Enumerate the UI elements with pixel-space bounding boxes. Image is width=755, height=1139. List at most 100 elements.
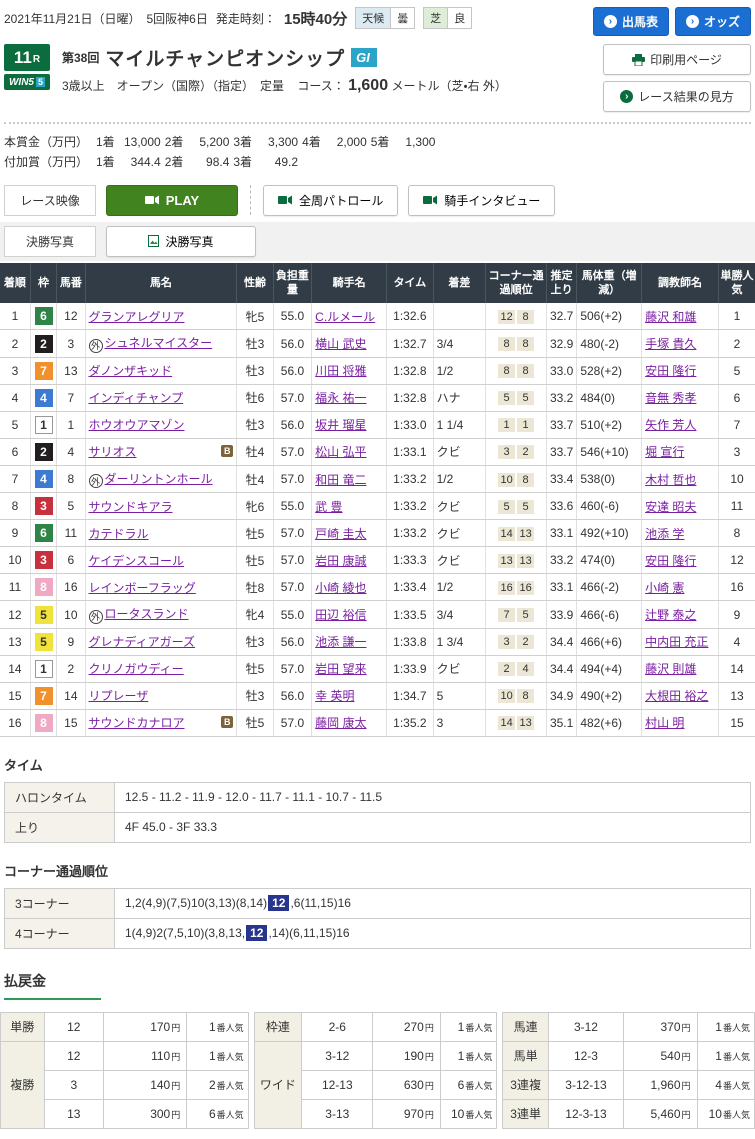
margin: 3 — [433, 709, 486, 736]
trainer-name-link[interactable]: 藤沢 和雄 — [645, 310, 696, 324]
jockey-name-link[interactable]: 松山 弘平 — [315, 445, 366, 459]
estimated-last-3f: 32.9 — [546, 330, 576, 358]
horse-name-link[interactable]: ダーリントンホール — [105, 472, 213, 486]
jockey-name-link[interactable]: 田辺 裕信 — [315, 608, 366, 622]
jockey-name-link[interactable]: 武 豊 — [315, 500, 342, 514]
column-header: 枠 — [30, 263, 56, 304]
result-row: 11 8 16 レインボーフラッグ 牡8 57.0 小崎 綾也 1:33.4 1… — [0, 574, 755, 601]
divider — [250, 185, 251, 215]
jockey-name-link[interactable]: 福永 祐一 — [315, 391, 366, 405]
time-row-value: 12.5 - 11.2 - 11.9 - 12.0 - 11.7 - 11.1 … — [115, 782, 751, 812]
estimated-last-3f: 33.6 — [546, 493, 576, 520]
trainer-name-link[interactable]: 大根田 裕之 — [645, 689, 708, 703]
payout-row: 単勝12170円1番人気 — [1, 1012, 249, 1041]
payout-amount: 270円 — [373, 1012, 440, 1041]
horse-name-link[interactable]: シュネルマイスター — [105, 336, 213, 350]
payout-amount: 540円 — [624, 1041, 697, 1070]
patrol-video-button[interactable]: 全周パトロール — [263, 185, 398, 216]
jockey-name-link[interactable]: 藤岡 康太 — [315, 716, 366, 730]
result-row: 13 5 9 グレナディアガーズ 牡3 56.0 池添 謙一 1:33.8 1 … — [0, 628, 755, 655]
trainer-name-link[interactable]: 中内田 充正 — [645, 635, 708, 649]
trainer-name-link[interactable]: 村山 明 — [645, 716, 684, 730]
finish-position: 8 — [0, 493, 30, 520]
horse-number: 15 — [57, 709, 85, 736]
payout-bet-type: 3連単 — [503, 1099, 549, 1128]
horse-name-link[interactable]: カテドラル — [89, 527, 149, 541]
jockey-name-link[interactable]: 川田 将雅 — [315, 364, 366, 378]
estimated-last-3f: 35.1 — [546, 709, 576, 736]
estimated-last-3f: 33.1 — [546, 520, 576, 547]
horse-name-link[interactable]: ケイデンスコール — [89, 554, 185, 568]
patrol-video-label: 全周パトロール — [299, 192, 383, 209]
trainer-name-link[interactable]: 安達 昭夫 — [645, 500, 696, 514]
frame-number-badge: 8 — [35, 714, 53, 732]
results-guide-button[interactable]: › レース結果の見方 — [603, 81, 751, 112]
jockey-interview-label: 騎手インタビュー — [444, 192, 540, 209]
corner-row: 4コーナー1(4,9)2(7,5,10)(3,8,13,12,14)(6,11,… — [5, 918, 751, 948]
payout-bet-type: 枠連 — [254, 1012, 301, 1041]
horse-name-link[interactable]: ホウオウアマゾン — [89, 418, 185, 432]
payout-amount: 140円 — [104, 1070, 187, 1099]
horse-name-link[interactable]: ロータスランド — [105, 607, 189, 621]
payout-bet-type: 単勝 — [1, 1012, 45, 1041]
trainer-name-link[interactable]: 辻野 泰之 — [645, 608, 696, 622]
horse-name-link[interactable]: インディチャンプ — [89, 391, 184, 405]
finish-photo-button[interactable]: 決勝写真 — [106, 226, 256, 257]
jockey-name-link[interactable]: 横山 武史 — [315, 337, 366, 351]
payout-amount: 630円 — [373, 1070, 440, 1099]
horse-name-link[interactable]: レインボーフラッグ — [89, 581, 196, 595]
horse-name-link[interactable]: サウンドカナロア — [89, 716, 185, 730]
horse-name-link[interactable]: サリオス — [89, 445, 137, 459]
trainer-name-link[interactable]: 音無 秀孝 — [645, 391, 696, 405]
sex-age: 牡3 — [237, 330, 273, 358]
trainer-name-link[interactable]: 堀 宣行 — [645, 445, 684, 459]
horse-name-link[interactable]: サウンドキアラ — [89, 500, 173, 514]
trainer-name-link[interactable]: 安田 隆行 — [645, 554, 696, 568]
time-tbody: ハロンタイム12.5 - 11.2 - 11.9 - 12.0 - 11.7 -… — [5, 782, 751, 842]
prize-item: 5着1,300 — [371, 132, 436, 152]
payout-amount: 110円 — [104, 1041, 187, 1070]
jockey-name-link[interactable]: 和田 竜二 — [315, 473, 366, 487]
frame-number-badge: 2 — [35, 443, 53, 461]
horse-name-link[interactable]: リプレーザ — [89, 689, 149, 703]
estimated-last-3f: 32.7 — [546, 303, 576, 330]
sex-age: 牡5 — [237, 655, 273, 682]
jockey-name-link[interactable]: 戸崎 圭太 — [315, 527, 366, 541]
payout-row: ワイド3-12190円1番人気 — [254, 1041, 497, 1070]
trainer-name-link[interactable]: 池添 学 — [645, 527, 684, 541]
jockey-name-link[interactable]: 坂井 瑠星 — [315, 418, 366, 432]
jockey-name-link[interactable]: 岩田 望来 — [315, 662, 366, 676]
horse-name-link[interactable]: グレナディアガーズ — [89, 635, 196, 649]
horse-name-link[interactable]: グランアレグリア — [89, 310, 185, 324]
prize-block: 本賞金（万円） 1着13,0002着5,2003着3,3004着2,0005着1… — [0, 126, 755, 183]
horse-name-link[interactable]: クリノガウディー — [89, 662, 184, 676]
jockey-name-link[interactable]: 岩田 康誠 — [315, 554, 366, 568]
trainer-name-link[interactable]: 藤沢 則雄 — [645, 662, 696, 676]
time-row-label: 上り — [5, 812, 115, 842]
trainer-name-link[interactable]: 小崎 憲 — [645, 581, 684, 595]
frame-number-badge: 4 — [35, 389, 53, 407]
jockey-name-link[interactable]: 小崎 綾也 — [315, 581, 366, 595]
trainer-name-link[interactable]: 手塚 貴久 — [645, 337, 696, 351]
sex-age: 牡3 — [237, 682, 273, 709]
sex-age: 牡3 — [237, 357, 273, 384]
play-button[interactable]: PLAY — [106, 185, 238, 216]
trainer-name-link[interactable]: 矢作 芳人 — [645, 418, 696, 432]
horse-weight: 528(+2) — [577, 357, 642, 384]
print-page-button[interactable]: 印刷用ページ — [603, 44, 751, 75]
trainer-name-link[interactable]: 木村 哲也 — [645, 473, 696, 487]
horse-name-link[interactable]: ダノンザキッド — [89, 364, 173, 378]
video-camera-icon — [423, 195, 438, 205]
arrow-circle-icon: › — [686, 15, 699, 28]
payout-popularity: 1番人気 — [187, 1012, 248, 1041]
trainer-name-link[interactable]: 安田 隆行 — [645, 364, 696, 378]
jockey-name-link[interactable]: 池添 謙一 — [315, 635, 366, 649]
odds-button[interactable]: › オッズ — [675, 7, 751, 36]
jockey-interview-button[interactable]: 騎手インタビュー — [408, 185, 555, 216]
jockey-name-link[interactable]: 幸 英明 — [315, 689, 354, 703]
entries-button[interactable]: › 出馬表 — [593, 7, 669, 36]
finish-time: 1:33.5 — [387, 601, 434, 629]
column-header: 単勝人気 — [718, 263, 755, 304]
jockey-name-link[interactable]: C.ルメール — [315, 310, 375, 324]
corner-positions: 75 — [486, 601, 547, 629]
